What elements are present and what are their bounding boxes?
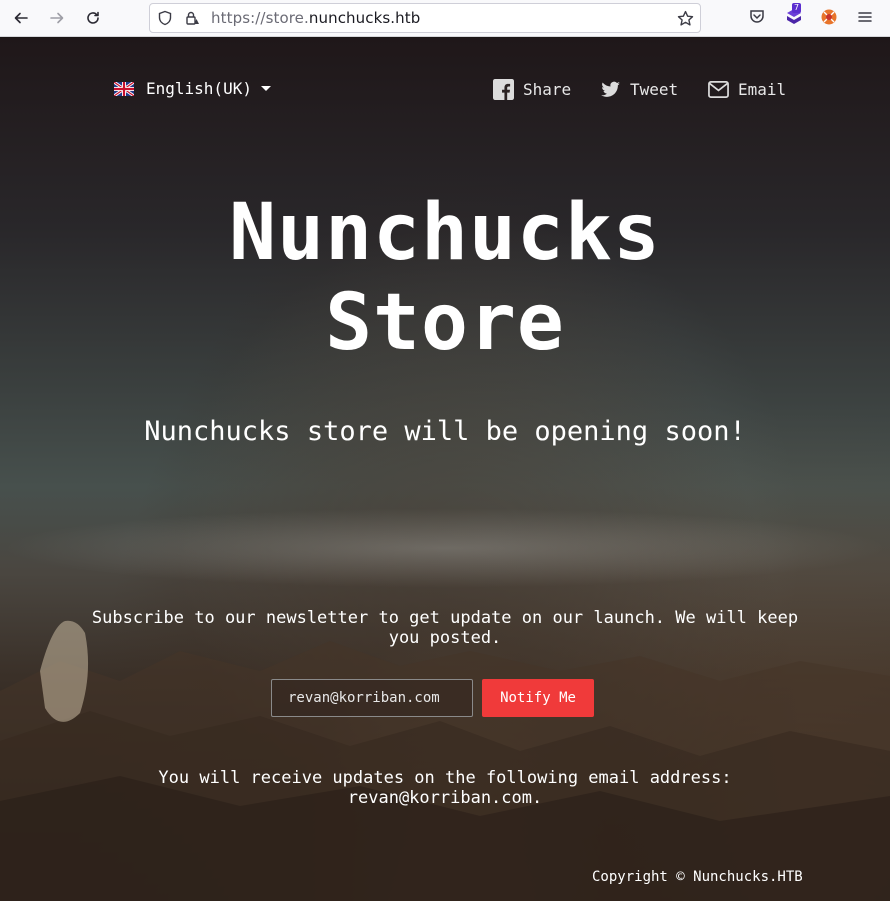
chevron-down-icon xyxy=(260,86,271,91)
confirmation-message: You will receive updates on the followin… xyxy=(90,768,800,808)
newsletter-text: Subscribe to our newsletter to get updat… xyxy=(91,608,799,648)
uk-flag-icon xyxy=(114,81,134,96)
title-line-1: Nunchucks xyxy=(229,188,661,278)
email-field[interactable] xyxy=(271,679,473,717)
mountain-background xyxy=(0,620,890,901)
menu-icon[interactable] xyxy=(856,8,874,26)
forward-button[interactable] xyxy=(44,6,70,30)
facebook-icon xyxy=(493,79,514,100)
reload-icon xyxy=(87,11,99,24)
back-button[interactable] xyxy=(8,6,34,30)
bookmark-star-icon[interactable] xyxy=(677,10,694,27)
confirmation-line-1: You will receive updates on the followin… xyxy=(158,768,732,788)
share-label: Share xyxy=(523,80,572,99)
email-link[interactable]: Email xyxy=(708,79,786,100)
extension-orange-icon[interactable] xyxy=(820,8,838,26)
arrow-right-icon xyxy=(50,12,64,24)
arrow-left-icon xyxy=(14,12,28,24)
tweet-label: Tweet xyxy=(630,80,679,99)
pocket-icon[interactable] xyxy=(748,8,766,26)
title-line-2: Store xyxy=(325,278,565,368)
envelope-icon xyxy=(708,81,729,98)
page-subtitle: Nunchucks store will be opening soon! xyxy=(144,416,746,447)
lock-warning-icon[interactable] xyxy=(184,10,200,26)
url-text[interactable]: https://store.nunchucks.htb xyxy=(211,9,420,27)
tweet-link[interactable]: Tweet xyxy=(600,79,678,100)
url-prefix: https://store. xyxy=(211,9,309,27)
share-link[interactable]: Share xyxy=(493,79,571,100)
shield-icon[interactable] xyxy=(157,10,173,26)
address-bar[interactable]: https://store.nunchucks.htb xyxy=(149,3,701,33)
extension-badge: 7 xyxy=(792,3,802,13)
confirmation-line-2: revan@korriban.com. xyxy=(347,788,543,808)
copyright-text: Copyright © Nunchucks.HTB xyxy=(592,869,803,885)
language-selector[interactable]: English(UK) xyxy=(114,79,271,98)
hero-section: English(UK) Share Tweet Email Nunchucks … xyxy=(0,38,890,901)
page-title: Nunchucks Store xyxy=(0,188,890,368)
email-label: Email xyxy=(738,80,787,99)
reload-button[interactable] xyxy=(80,6,106,30)
twitter-icon xyxy=(601,81,620,97)
notify-me-button[interactable]: Notify Me xyxy=(482,679,594,717)
browser-toolbar: https://store.nunchucks.htb 7 xyxy=(0,0,890,37)
url-domain: nunchucks.htb xyxy=(308,9,421,27)
language-label: English(UK) xyxy=(146,79,252,98)
robed-figure xyxy=(40,620,89,722)
